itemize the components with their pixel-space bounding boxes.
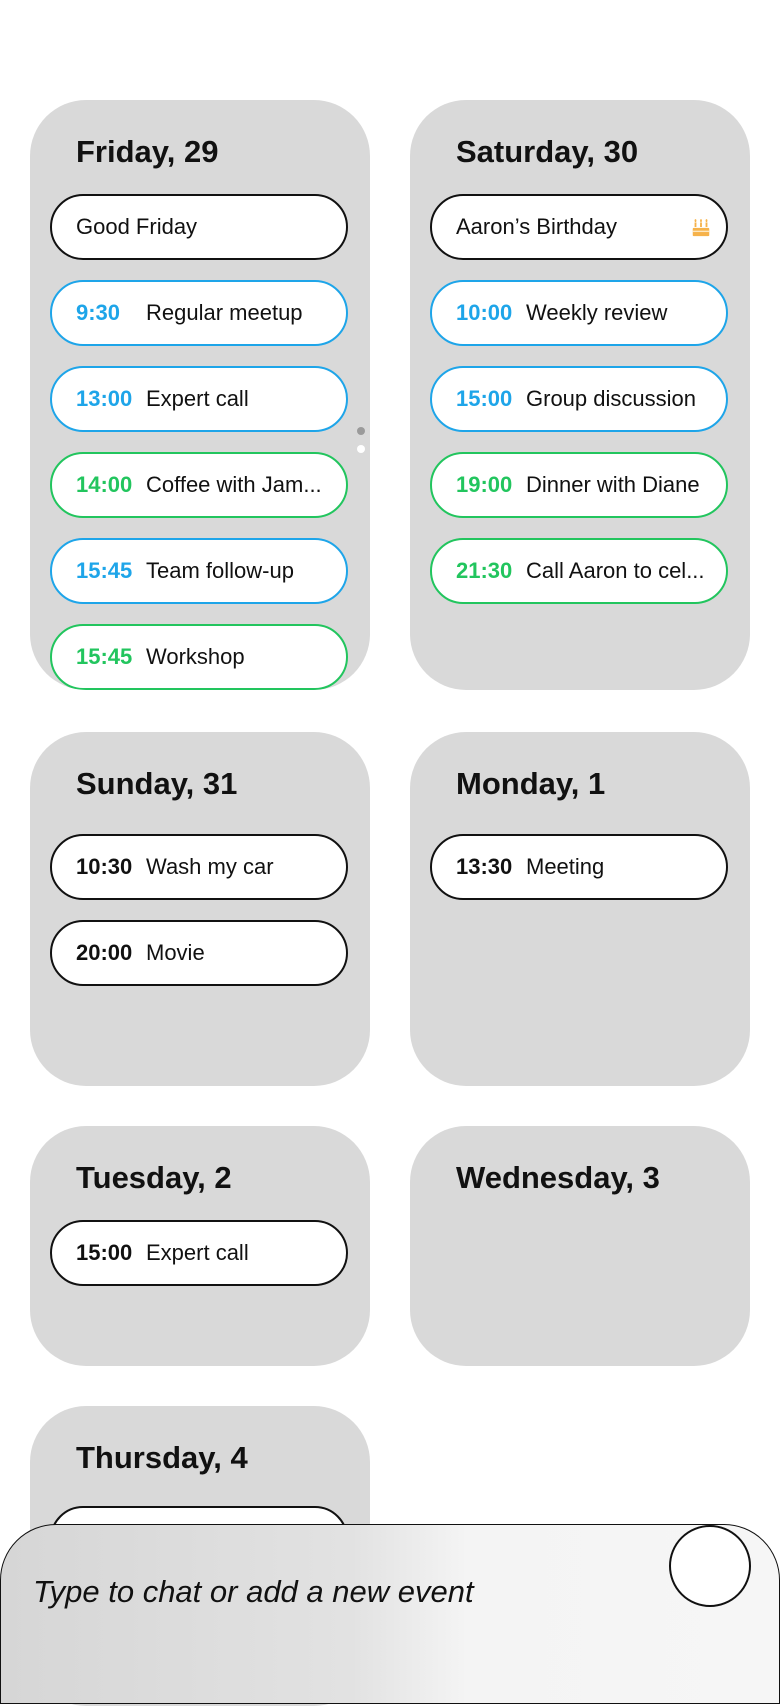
event-pill[interactable]: Good Friday [50,194,348,260]
chat-bar [0,1524,780,1704]
day-title: Sunday, 31 [76,766,238,801]
event-pill[interactable]: 14:00 Coffee with Jam... [50,452,348,518]
event-time: 9:30 [76,300,121,325]
event-pill[interactable]: 15:00 Expert call [50,1220,348,1286]
event-pill[interactable]: 9:30 Regular meetup [50,280,348,346]
event-pill[interactable]: 13:30 Meeting [430,834,728,900]
day-card-monday: Monday, 1 13:30 Meeting [410,732,750,1086]
event-title: Movie [146,940,205,965]
event-time: 15:45 [76,644,133,669]
event-title: Regular meetup [146,300,303,325]
day-card-tuesday: Tuesday, 2 15:00 Expert call [30,1126,370,1366]
event-title: Aaron’s Birthday [456,214,618,239]
day-title: Saturday, 30 [456,134,639,169]
event-time: 15:45 [76,558,133,583]
event-title: Workshop [146,644,245,669]
event-time: 10:30 [76,854,133,879]
day-title: Friday, 29 [76,134,219,169]
mic-button[interactable] [669,1525,751,1607]
day-title: Thursday, 4 [76,1440,248,1475]
event-title: Expert call [146,386,249,411]
event-title: Coffee with Jam... [146,472,322,497]
event-time: 15:00 [456,386,513,411]
day-title: Tuesday, 2 [76,1160,232,1195]
event-time: 10:00 [456,300,513,325]
event-time: 14:00 [76,472,133,497]
event-pill[interactable]: 15:00 Group discussion [430,366,728,432]
event-time: 15:00 [76,1240,133,1265]
event-title: Good Friday [76,214,198,239]
scroll-dot [357,445,365,453]
event-pill[interactable]: 19:00 Dinner with Diane [430,452,728,518]
event-title: Group discussion [526,386,696,411]
event-title: Wash my car [146,854,274,879]
day-card-saturday: Saturday, 30 Aaron’s Birthday 10:00 Week… [410,100,750,690]
event-pill[interactable]: 10:00 Weekly review [430,280,728,346]
day-card-friday: Friday, 29 Good Friday 9:30 Regular meet… [30,100,370,690]
event-pill[interactable]: 10:30 Wash my car [50,834,348,900]
event-pill[interactable]: 20:00 Movie [50,920,348,986]
day-card-wednesday: Wednesday, 3 [410,1126,750,1366]
event-time: 20:00 [76,940,133,965]
scroll-indicator [357,427,367,463]
event-pill[interactable]: 13:00 Expert call [50,366,348,432]
chat-input[interactable] [33,1567,633,1617]
day-card-sunday: Sunday, 31 10:30 Wash my car 20:00 Movie [30,732,370,1086]
event-pill[interactable]: 21:30 Call Aaron to cel... [430,538,728,604]
event-title: Expert call [146,1240,249,1265]
event-time: 13:30 [456,854,513,879]
event-title: Team follow-up [146,558,294,583]
event-pill[interactable]: 15:45 Team follow-up [50,538,348,604]
event-time: 19:00 [456,472,513,497]
event-title: Weekly review [526,300,668,325]
event-pill[interactable]: 15:45 Workshop [50,624,348,690]
birthday-cake-icon [692,219,710,237]
event-title: Dinner with Diane [526,472,700,497]
event-time: 13:00 [76,386,133,411]
day-title: Wednesday, 3 [456,1160,660,1195]
event-time: 21:30 [456,558,513,583]
event-title: Call Aaron to cel... [526,558,705,583]
event-pill[interactable]: Aaron’s Birthday [430,194,728,260]
event-title: Meeting [526,854,605,879]
scroll-dot [357,427,365,435]
day-title: Monday, 1 [456,766,606,801]
